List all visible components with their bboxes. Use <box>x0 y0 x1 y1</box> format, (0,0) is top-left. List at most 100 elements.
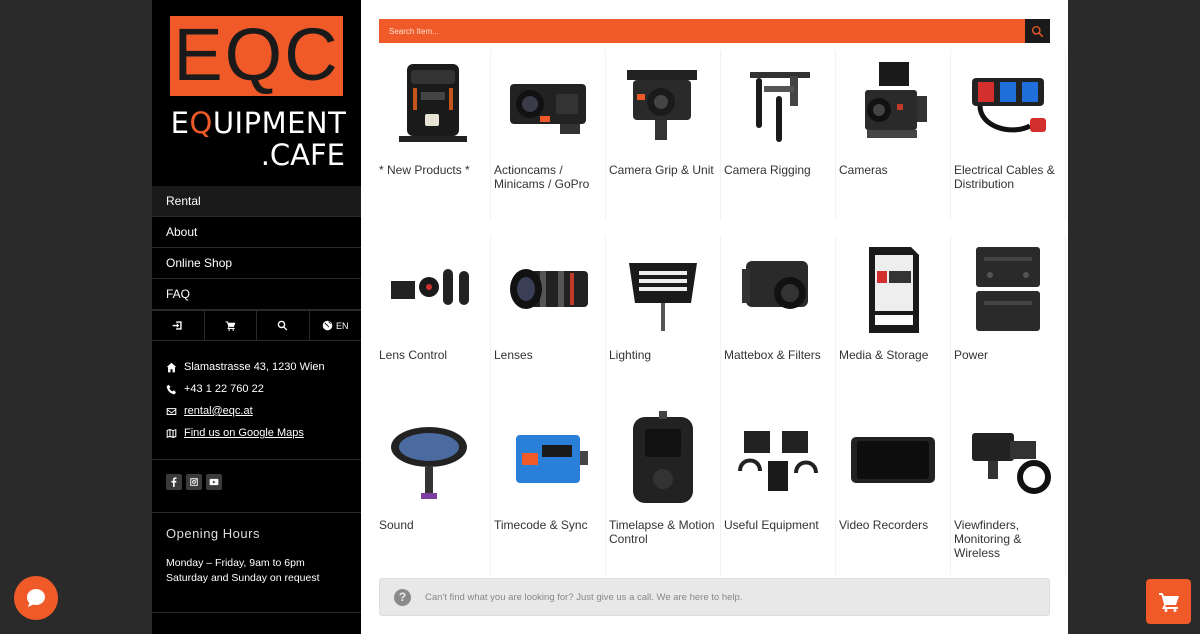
category-tile-timelapse[interactable]: Timelapse & Motion Control <box>609 405 721 575</box>
category-label: Power <box>954 348 989 362</box>
category-label: Video Recorders <box>839 518 929 532</box>
logo-cafe-text: .CAFE <box>260 138 345 172</box>
category-tile-viewfinders[interactable]: Viewfinders, Monitoring & Wireless <box>954 405 1066 575</box>
sidebar: EQC EQUIPMENT .CAFE Rental About Online … <box>152 0 361 634</box>
cinema-lens-image <box>496 239 600 339</box>
category-tile-video-recorders[interactable]: Video Recorders <box>839 405 951 575</box>
search-input[interactable] <box>379 19 1025 43</box>
motion-control-head-image <box>611 409 715 509</box>
nav-item-online-shop[interactable]: Online Shop <box>152 248 361 279</box>
envelope-icon <box>166 407 177 415</box>
search-icon <box>277 320 288 331</box>
camera-grip-image <box>611 54 715 154</box>
category-tile-power[interactable]: Power <box>954 235 1066 405</box>
cart-button[interactable] <box>205 311 257 340</box>
category-tile-sound[interactable]: Sound <box>379 405 491 575</box>
category-label: Timecode & Sync <box>494 518 588 532</box>
help-notice: ? Can't find what you are looking for? J… <box>379 578 1050 616</box>
category-tile-actioncams[interactable]: Actioncams / Minicams / GoPro <box>494 50 606 220</box>
category-grid-row-1: * New Products * Actioncams / Minicams /… <box>379 50 1066 220</box>
main-content: * New Products * Actioncams / Minicams /… <box>361 0 1068 634</box>
hours-weekdays: Monday – Friday, 9am to 6pm <box>166 557 305 569</box>
cinema-camera-image <box>841 54 945 154</box>
intercom-kit-image <box>726 409 830 509</box>
maps-row: Find us on Google Maps <box>166 422 356 444</box>
nav-item-about[interactable]: About <box>152 217 361 248</box>
cart-icon <box>1158 592 1179 612</box>
address-row: Slamastrasse 43, 1230 Wien <box>166 356 356 378</box>
nav-item-faq[interactable]: FAQ <box>152 279 361 310</box>
address-text: Slamastrasse 43, 1230 Wien <box>184 361 325 373</box>
category-grid-row-2: Lens Control Lenses Lighting Mattebox & … <box>379 235 1066 405</box>
category-tile-media-storage[interactable]: Media & Storage <box>839 235 951 405</box>
category-label: Lenses <box>494 348 533 362</box>
category-tile-mattebox[interactable]: Mattebox & Filters <box>724 235 836 405</box>
facebook-link[interactable] <box>166 474 182 490</box>
espresso-machine-image <box>381 54 485 154</box>
map-icon <box>166 428 177 438</box>
actioncam-image <box>496 54 600 154</box>
sidebar-icon-bar: EN <box>152 310 361 341</box>
nav-item-rental[interactable]: Rental <box>152 186 361 217</box>
video-recorder-image <box>841 409 945 509</box>
category-grid-row-3: Sound Timecode & Sync Timelapse & Motion… <box>379 405 1066 575</box>
floating-cart-button[interactable] <box>1146 579 1191 624</box>
category-tile-lenses[interactable]: Lenses <box>494 235 606 405</box>
category-label: Useful Equipment <box>724 518 819 532</box>
category-tile-new-products[interactable]: * New Products * <box>379 50 491 220</box>
instagram-link[interactable] <box>186 474 202 490</box>
category-label: Camera Grip & Unit <box>609 163 714 177</box>
globe-icon <box>322 320 333 331</box>
category-tile-camera-grip[interactable]: Camera Grip & Unit <box>609 50 721 220</box>
cart-icon <box>225 321 236 331</box>
search-submit-button[interactable] <box>1025 19 1050 43</box>
google-maps-link[interactable]: Find us on Google Maps <box>184 427 304 439</box>
category-tile-camera-rigging[interactable]: Camera Rigging <box>724 50 836 220</box>
instagram-icon <box>190 478 198 486</box>
login-icon <box>172 321 182 330</box>
home-icon <box>166 362 177 372</box>
language-switcher[interactable]: EN <box>310 311 362 340</box>
light-panel-image <box>611 239 715 339</box>
category-label: Viewfinders, Monitoring & Wireless <box>954 518 1022 560</box>
phone-text: +43 1 22 760 22 <box>184 383 264 395</box>
mattebox-image <box>726 239 830 339</box>
category-label: Camera Rigging <box>724 163 811 177</box>
phone-icon <box>166 384 176 394</box>
category-label: Sound <box>379 518 414 532</box>
power-distribution-image <box>956 54 1060 154</box>
category-label: * New Products * <box>379 163 470 177</box>
email-row: rental@eqc.at <box>166 400 356 422</box>
email-link[interactable]: rental@eqc.at <box>184 405 253 417</box>
facebook-icon <box>171 477 177 487</box>
microphone-blimp-image <box>381 409 485 509</box>
category-tile-timecode[interactable]: Timecode & Sync <box>494 405 606 575</box>
logo-eqc-text: EQC <box>173 13 340 96</box>
main-nav: Rental About Online Shop FAQ <box>152 186 361 310</box>
chat-button[interactable] <box>14 576 58 620</box>
category-tile-useful-equipment[interactable]: Useful Equipment <box>724 405 836 575</box>
youtube-icon <box>209 478 219 486</box>
battery-pack-image <box>956 239 1060 339</box>
timecode-box-image <box>496 409 600 509</box>
logo-equipment-text: EQUIPMENT <box>170 106 347 140</box>
category-label: Electrical Cables & Distribution <box>954 163 1055 191</box>
chat-bubble-icon <box>26 589 45 607</box>
social-links <box>166 474 222 490</box>
category-tile-electrical-cables[interactable]: Electrical Cables & Distribution <box>954 50 1066 220</box>
search-toggle-button[interactable] <box>257 311 310 340</box>
eqc-logo[interactable]: EQC EQUIPMENT .CAFE <box>166 13 351 172</box>
category-tile-lighting[interactable]: Lighting <box>609 235 721 405</box>
sidebar-divider <box>152 612 361 613</box>
help-text: Can't find what you are looking for? Jus… <box>425 591 743 603</box>
language-label: EN <box>335 320 349 331</box>
youtube-link[interactable] <box>206 474 222 490</box>
category-label: Lens Control <box>379 348 448 362</box>
sd-card-image <box>841 239 945 339</box>
viewfinder-image <box>956 409 1060 509</box>
sidebar-divider <box>152 459 361 460</box>
category-tile-lens-control[interactable]: Lens Control <box>379 235 491 405</box>
login-button[interactable] <box>152 311 205 340</box>
category-label: Lighting <box>609 348 652 362</box>
category-tile-cameras[interactable]: Cameras <box>839 50 951 220</box>
